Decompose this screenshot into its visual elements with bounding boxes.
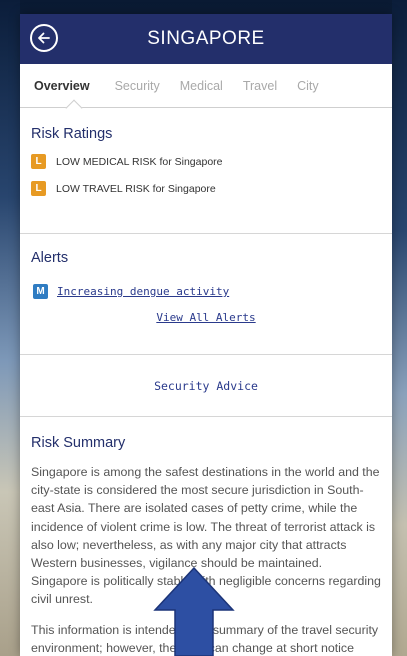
back-button[interactable]	[30, 24, 58, 52]
tab-bar: Overview Security Medical Travel City	[20, 64, 392, 117]
app-screen: SINGAPORE Overview Security Medical Trav…	[20, 14, 392, 656]
background-right	[392, 0, 407, 656]
alerts-title: Alerts	[31, 250, 69, 266]
risk-rating-text: LOW TRAVEL RISK for Singapore	[56, 182, 216, 195]
risk-ratings-title: Risk Ratings	[31, 126, 113, 142]
tab-medical[interactable]: Medical	[170, 79, 233, 93]
moderate-alert-badge: M	[33, 284, 48, 299]
title-bar: SINGAPORE	[20, 14, 392, 64]
tab-travel[interactable]: Travel	[233, 79, 287, 93]
tab-security[interactable]: Security	[105, 79, 170, 93]
alert-item: M Increasing dengue activity	[31, 284, 381, 299]
view-all-alerts-link[interactable]: View All Alerts	[31, 311, 381, 324]
alert-link-dengue[interactable]: Increasing dengue activity	[57, 285, 229, 298]
tab-city[interactable]: City	[287, 79, 329, 93]
risk-rating-item: L LOW TRAVEL RISK for Singapore	[31, 181, 381, 196]
low-risk-badge: L	[31, 154, 46, 169]
risk-ratings-section: Risk Ratings L LOW MEDICAL RISK for Sing…	[20, 108, 392, 234]
risk-rating-text: LOW MEDICAL RISK for Singapore	[56, 155, 223, 168]
risk-rating-item: L LOW MEDICAL RISK for Singapore	[31, 154, 381, 169]
low-risk-badge: L	[31, 181, 46, 196]
tab-overview[interactable]: Overview	[20, 79, 105, 93]
background-left	[0, 0, 20, 656]
scroll-up-arrow-icon[interactable]	[153, 566, 235, 656]
alerts-section: Alerts M Increasing dengue activity View…	[20, 234, 392, 355]
page-title: SINGAPORE	[147, 28, 265, 49]
security-advice-button[interactable]: Security Advice	[20, 355, 392, 417]
back-arrow-circle-icon	[38, 32, 50, 44]
risk-summary-title: Risk Summary	[31, 435, 126, 451]
